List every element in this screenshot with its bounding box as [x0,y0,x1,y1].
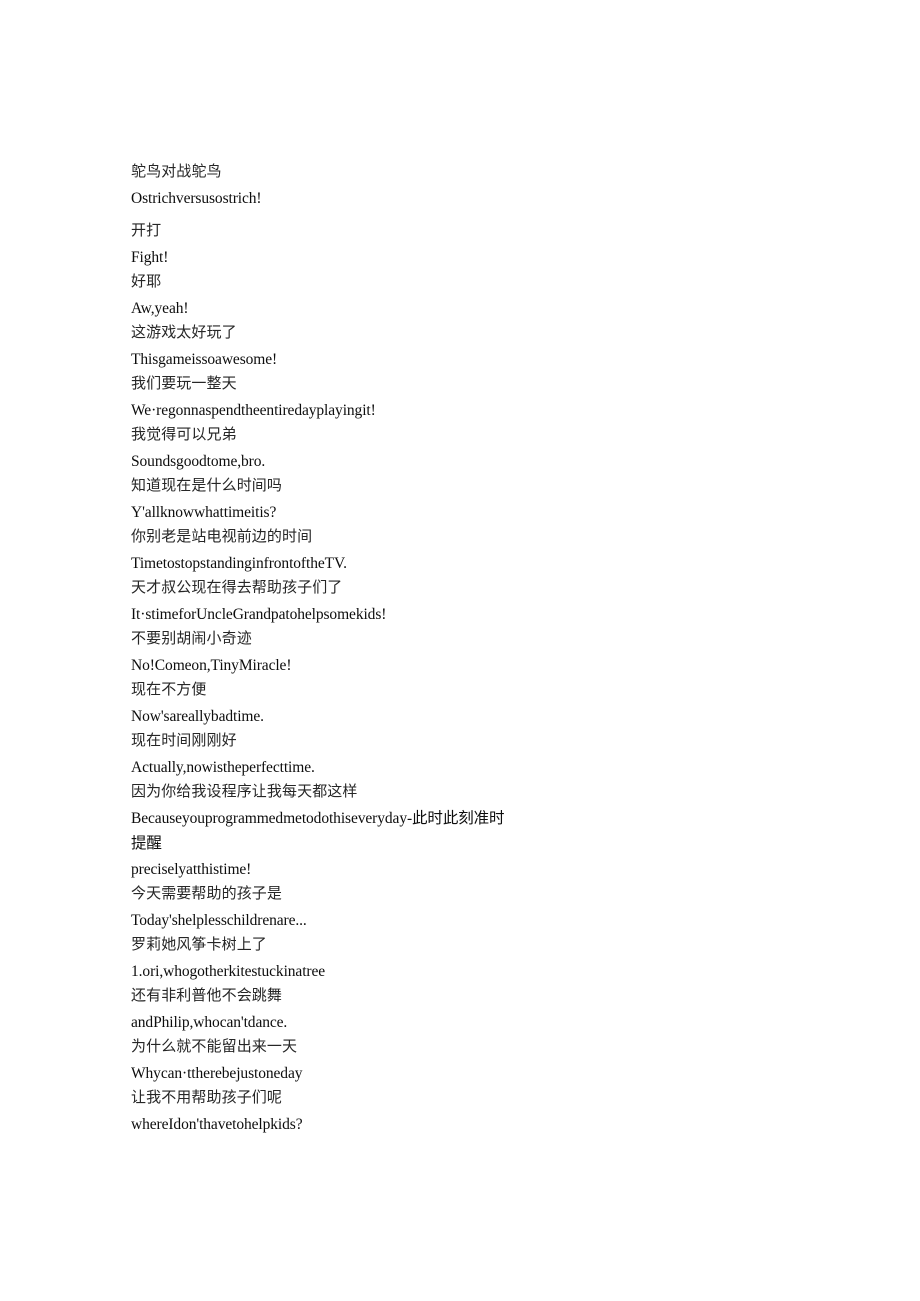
subtitle-pair: 天才叔公现在得去帮助孩子们了 It·stimeforUncleGrandpato… [131,576,521,627]
subtitle-line-chinese: 不要别胡闹小奇迹 [131,631,252,647]
subtitle-line-chinese: 让我不用帮助孩子们呢 [131,1090,283,1106]
subtitle-line-chinese: 还有非利普他不会跳舞 [131,988,283,1004]
subtitle-pair: 知道现在是什么时间吗 Y'allknowwhattimeitis? [131,474,521,525]
subtitle-pair: 这游戏太好玩了 Thisgameissoawesome! [131,321,521,372]
subtitle-line-chinese: 你别老是站电视前边的时间 [131,529,313,545]
subtitle-line-chinese: 开打 [131,223,162,239]
subtitle-pair: 因为你给我设程序让我每天都这样 Becauseyouprogrammedmeto… [131,780,521,857]
subtitle-line-chinese: 现在时间刚刚好 [131,733,237,749]
subtitle-line-chinese: 知道现在是什么时间吗 [131,478,283,494]
subtitle-line-english: Today'shelplesschildrenare... [131,911,307,929]
subtitle-line-chinese: 罗莉她风筝卡树上了 [131,937,267,953]
subtitle-pair: 让我不用帮助孩子们呢 whereIdon'thavetohelpkids? [131,1086,521,1137]
subtitle-line-english: Actually,nowistheperfecttime. [131,758,315,776]
document-page: 鸵鸟对战鸵鸟 Ostrichversusostrich! 开打 Fight! 好… [0,0,920,1301]
subtitle-line-english: No!Comeon,TinyMiracle! [131,656,292,674]
subtitle-line-english: Becauseyouprogrammedmetodothiseveryday-此… [131,809,505,853]
subtitle-line-chinese: 现在不方便 [131,682,207,698]
subtitle-line-chinese: 好耶 [131,274,162,290]
subtitle-line-chinese: 这游戏太好玩了 [131,325,237,341]
subtitle-line-english: whereIdon'thavetohelpkids? [131,1115,303,1133]
subtitle-line-chinese: 为什么就不能留出来一天 [131,1039,298,1055]
subtitle-line-english: Whycan·ttherebejustoneday [131,1064,303,1082]
subtitle-pair: 开打 Fight! [131,219,521,270]
subtitle-pair: 我觉得可以兄弟 Soundsgoodtome,bro. [131,423,521,474]
subtitle-line-english: preciselyatthistime! [131,860,252,878]
subtitle-line-chinese: 天才叔公现在得去帮助孩子们了 [131,580,343,596]
subtitle-pair: 我们要玩一整天 We·regonnaspendtheentiredayplayi… [131,372,521,423]
subtitle-pair: 不要别胡闹小奇迹 No!Comeon,TinyMiracle! [131,627,521,678]
subtitle-line-english: Fight! [131,248,169,266]
subtitle-line-english: Now'sareallybadtime. [131,707,264,725]
subtitle-pair: 好耶 Aw,yeah! [131,270,521,321]
subtitle-line-english: It·stimeforUncleGrandpatohelpsomekids! [131,605,387,623]
subtitle-pair: 罗莉她风筝卡树上了 1.ori,whogotherkitestuckinatre… [131,933,521,984]
subtitle-line-english: andPhilip,whocan'tdance. [131,1013,288,1031]
subtitle-line-english: 1.ori,whogotherkitestuckinatree [131,962,326,980]
subtitle-line-chinese: 我觉得可以兄弟 [131,427,237,443]
subtitle-line-english: Y'allknowwhattimeitis? [131,503,277,521]
subtitle-pair: preciselyatthistime! [131,857,521,883]
subtitle-pair: 鸵鸟对战鸵鸟 Ostrichversusostrich! [131,160,521,211]
subtitle-transcript: 鸵鸟对战鸵鸟 Ostrichversusostrich! 开打 Fight! 好… [131,160,521,1137]
subtitle-pair: 今天需要帮助的孩子是 Today'shelplesschildrenare... [131,882,521,933]
subtitle-pair: 还有非利普他不会跳舞 andPhilip,whocan'tdance. [131,984,521,1035]
subtitle-pair: 你别老是站电视前边的时间 Timetostopstandinginfrontof… [131,525,521,576]
subtitle-line-chinese: 我们要玩一整天 [131,376,237,392]
subtitle-line-english: Aw,yeah! [131,299,189,317]
subtitle-pair: 为什么就不能留出来一天 Whycan·ttherebejustoneday [131,1035,521,1086]
subtitle-line-chinese: 今天需要帮助的孩子是 [131,886,283,902]
subtitle-line-chinese: 因为你给我设程序让我每天都这样 [131,784,358,800]
subtitle-line-english: TimetostopstandinginfrontoftheTV. [131,554,347,572]
subtitle-line-chinese: 鸵鸟对战鸵鸟 [131,164,222,180]
subtitle-pair: 现在时间刚刚好 Actually,nowistheperfecttime. [131,729,521,780]
subtitle-line-english: We·regonnaspendtheentiredayplayingit! [131,401,376,419]
subtitle-line-english: Ostrichversusostrich! [131,189,262,207]
subtitle-pair: 现在不方便 Now'sareallybadtime. [131,678,521,729]
subtitle-line-english: Soundsgoodtome,bro. [131,452,266,470]
subtitle-line-english: Thisgameissoawesome! [131,350,278,368]
